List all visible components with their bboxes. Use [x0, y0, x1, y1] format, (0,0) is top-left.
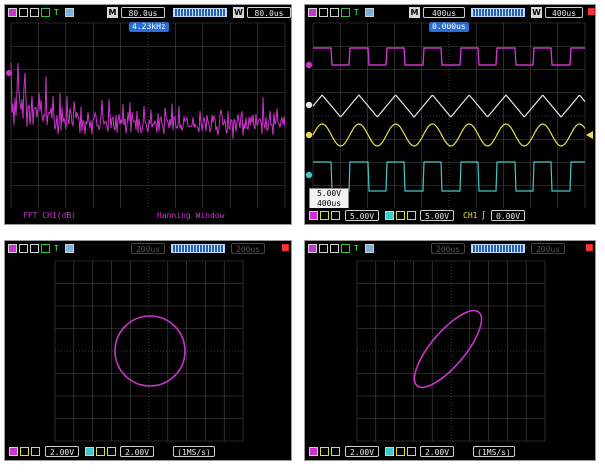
trigger-channel: CH1	[463, 211, 478, 220]
bottom-bar: 2.00V 2.00V (1MS/s)	[5, 444, 291, 460]
ch2-icon	[331, 211, 340, 220]
xy-plot	[356, 260, 546, 442]
ch1-volts: 2.00V	[345, 446, 379, 457]
ch1-icon	[9, 447, 18, 456]
ch4-icon	[407, 211, 416, 220]
ch3-icon	[85, 447, 94, 456]
dc-icon	[320, 447, 329, 456]
scope-panel-xy-circle: T 200us 200us ■ 2.00V 2.00V (1MS/s)	[4, 240, 292, 461]
xy-plot	[54, 260, 244, 442]
sample-rate: (1MS/s)	[173, 446, 215, 457]
window-type-label: Hanning Window	[157, 211, 225, 220]
trigger-edge-icon: ∫	[481, 211, 486, 220]
bottom-bar: FFT CH1(dB) Hanning Window	[5, 208, 291, 224]
fft-plot	[6, 22, 286, 210]
volts-readout: 5.00V	[316, 189, 342, 198]
dc-icon-2	[96, 447, 105, 456]
ch3-icon	[385, 211, 394, 220]
lissajous-circle	[114, 315, 186, 387]
dc-icon-2	[396, 447, 405, 456]
channel-marker	[305, 171, 313, 179]
trigger-level-marker	[586, 131, 593, 139]
fft-source-label: FFT CH1(dB)	[23, 211, 76, 220]
trigger-level: 0.00V	[491, 210, 525, 221]
ch2-icon	[331, 447, 340, 456]
channel-marker	[305, 61, 313, 69]
ch2-volts: 2.00V	[420, 446, 454, 457]
dc-icon-2	[396, 211, 405, 220]
scope-panel-multichannel: T M 400us W 400us ■ 0.000us 5.00V 400us …	[304, 4, 596, 225]
ch4-icon	[407, 447, 416, 456]
ch4-icon	[107, 447, 116, 456]
ch1-volts: 2.00V	[45, 446, 79, 457]
ch2-volts: 5.00V	[420, 210, 454, 221]
ch1-icon	[309, 211, 318, 220]
ch1-marker	[6, 70, 12, 76]
ch2-volts: 2.00V	[120, 446, 154, 457]
channel-marker	[305, 101, 313, 109]
dc-icon	[20, 447, 29, 456]
scope-panel-fft: T M 80.0us W 80.0us 4.23kHz FFT CH1(dB) …	[4, 4, 292, 225]
bottom-bar: 2.00V 2.00V (1MS/s)	[305, 444, 595, 460]
ch1-icon	[309, 447, 318, 456]
lissajous-ellipse	[413, 309, 483, 389]
scope-panel-xy-ellipse: T 200us 200us ■ 2.00V 2.00V (1MS/s)	[304, 240, 596, 461]
dc-icon	[320, 211, 329, 220]
ch1-volts: 5.00V	[345, 210, 379, 221]
ch2-icon	[31, 447, 40, 456]
channel-marker	[305, 131, 313, 139]
sample-rate: (1MS/s)	[473, 446, 515, 457]
bottom-bar: 5.00V 5.00V CH1 ∫ 0.00V	[305, 208, 595, 224]
ch3-icon	[385, 447, 394, 456]
